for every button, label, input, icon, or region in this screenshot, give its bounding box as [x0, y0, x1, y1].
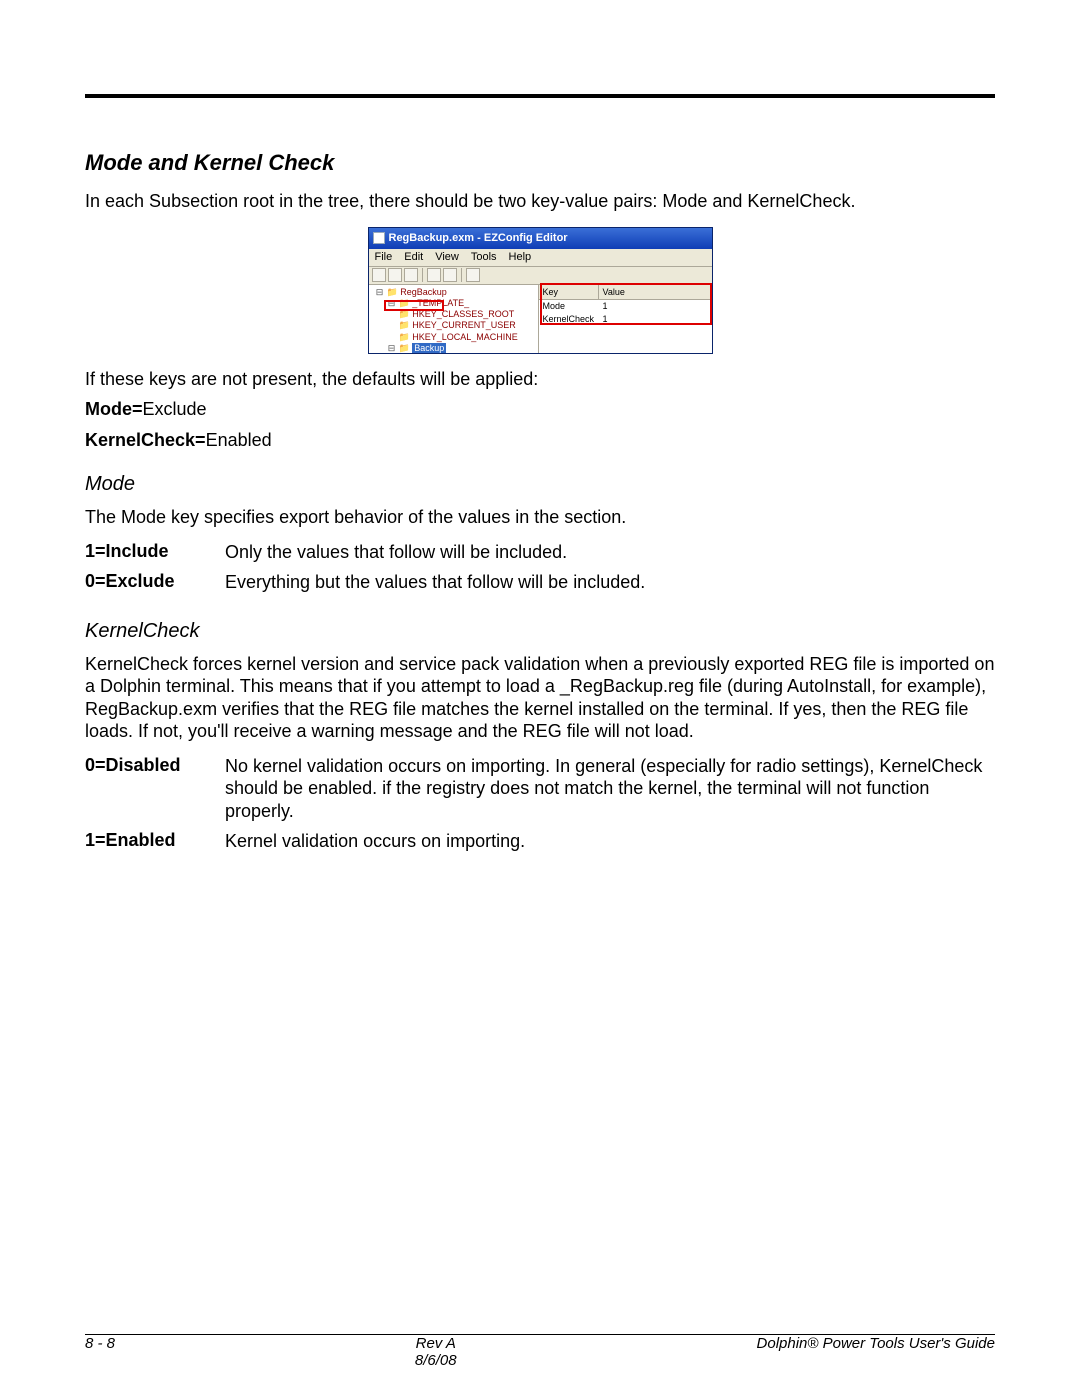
menu-tools[interactable]: Tools — [471, 251, 497, 263]
para-kernel-desc: KernelCheck forces kernel version and se… — [85, 653, 995, 743]
menu-file[interactable]: File — [375, 251, 393, 263]
grid-cell-value: 1 — [599, 313, 712, 326]
grid-cell-key: KernelCheck — [539, 313, 599, 326]
tree-node[interactable]: HKEY_LOCAL_MACHINE — [412, 332, 518, 342]
mode-val: Only the values that follow will be incl… — [225, 537, 645, 568]
tree-node-selected[interactable]: Backup — [412, 343, 446, 353]
window-body: ⊟📁 RegBackup ⊟📁 _TEMPLATE_ 📁 HKEY_CLASSE… — [369, 285, 712, 353]
footer-center: Rev A 8/6/08 — [415, 1335, 457, 1370]
page-top-rule — [85, 94, 995, 98]
grid-cell-value: 1 — [599, 300, 712, 313]
embedded-screenshot: RegBackup.exm - EZConfig Editor File Edi… — [368, 227, 713, 354]
table-row: 1=Enabled Kernel validation occurs on im… — [85, 826, 995, 857]
tree-node[interactable]: HKEY_CLASSES_ROOT — [412, 309, 514, 319]
window: RegBackup.exm - EZConfig Editor File Edi… — [368, 227, 713, 354]
mode-table: 1=Include Only the values that follow wi… — [85, 537, 645, 598]
menu-edit[interactable]: Edit — [404, 251, 423, 263]
mode-key: 0=Exclude — [85, 567, 225, 598]
footer-guide-title: Dolphin® Power Tools User's Guide — [757, 1335, 995, 1370]
toolbar — [369, 267, 712, 285]
grid-pane: Key Value Mode 1 KernelCheck 1 — [539, 285, 712, 353]
tree-node[interactable]: _TEMPLATE_ — [412, 298, 469, 308]
toolbar-save-icon[interactable] — [404, 268, 418, 282]
para-mode-desc: The Mode key specifies export behavior o… — [85, 506, 995, 529]
window-title: RegBackup.exm - EZConfig Editor — [389, 232, 568, 244]
heading-kernel: KernelCheck — [85, 620, 995, 643]
kernel-key: 1=Enabled — [85, 826, 225, 857]
kernel-val: Kernel validation occurs on importing. — [225, 826, 995, 857]
window-titlebar: RegBackup.exm - EZConfig Editor — [369, 228, 712, 249]
table-row: 1=Include Only the values that follow wi… — [85, 537, 645, 568]
grid-cell-key: Mode — [539, 300, 599, 313]
mode-key: 1=Include — [85, 537, 225, 568]
toolbar-tool5-icon[interactable] — [443, 268, 457, 282]
grid-row[interactable]: KernelCheck 1 — [539, 313, 712, 326]
page-footer: 8 - 8 Rev A 8/6/08 Dolphin® Power Tools … — [85, 1335, 995, 1370]
grid-header-key[interactable]: Key — [539, 285, 599, 299]
toolbar-tool4-icon[interactable] — [427, 268, 441, 282]
toolbar-open-icon[interactable] — [388, 268, 402, 282]
para-defaults-intro: If these keys are not present, the defau… — [85, 368, 995, 391]
tree-node[interactable]: HKEY_CURRENT_USER — [412, 320, 516, 330]
footer-revision: Rev A — [415, 1335, 457, 1352]
toolbar-new-icon[interactable] — [372, 268, 386, 282]
default-kernel: KernelCheck=Enabled — [85, 429, 995, 452]
kernel-table: 0=Disabled No kernel validation occurs o… — [85, 751, 995, 857]
mode-default-value: Exclude — [143, 399, 207, 419]
toolbar-tool6-icon[interactable] — [466, 268, 480, 282]
app-icon — [373, 232, 385, 244]
default-mode: Mode=Exclude — [85, 398, 995, 421]
menu-help[interactable]: Help — [509, 251, 532, 263]
mode-label: Mode= — [85, 399, 143, 419]
table-row: 0=Exclude Everything but the values that… — [85, 567, 645, 598]
heading-main: Mode and Kernel Check — [85, 150, 995, 176]
mode-val: Everything but the values that follow wi… — [225, 567, 645, 598]
grid-row[interactable]: Mode 1 — [539, 300, 712, 313]
footer-date: 8/6/08 — [415, 1352, 457, 1369]
tree-node[interactable]: RegBackup — [400, 287, 447, 297]
menu-view[interactable]: View — [435, 251, 459, 263]
grid-header: Key Value — [539, 285, 712, 300]
toolbar-separator — [422, 268, 423, 282]
kernel-val: No kernel validation occurs on importing… — [225, 751, 995, 827]
toolbar-separator — [461, 268, 462, 282]
kernel-key: 0=Disabled — [85, 751, 225, 827]
page-content: Mode and Kernel Check In each Subsection… — [85, 150, 995, 857]
grid-header-value[interactable]: Value — [599, 285, 712, 299]
tree-pane[interactable]: ⊟📁 RegBackup ⊟📁 _TEMPLATE_ 📁 HKEY_CLASSE… — [369, 285, 539, 353]
table-row: 0=Disabled No kernel validation occurs o… — [85, 751, 995, 827]
para-intro: In each Subsection root in the tree, the… — [85, 190, 995, 213]
menubar: File Edit View Tools Help — [369, 249, 712, 267]
heading-mode: Mode — [85, 473, 995, 496]
kernel-default-value: Enabled — [206, 430, 272, 450]
footer-page-number: 8 - 8 — [85, 1335, 115, 1370]
kernel-label: KernelCheck= — [85, 430, 206, 450]
